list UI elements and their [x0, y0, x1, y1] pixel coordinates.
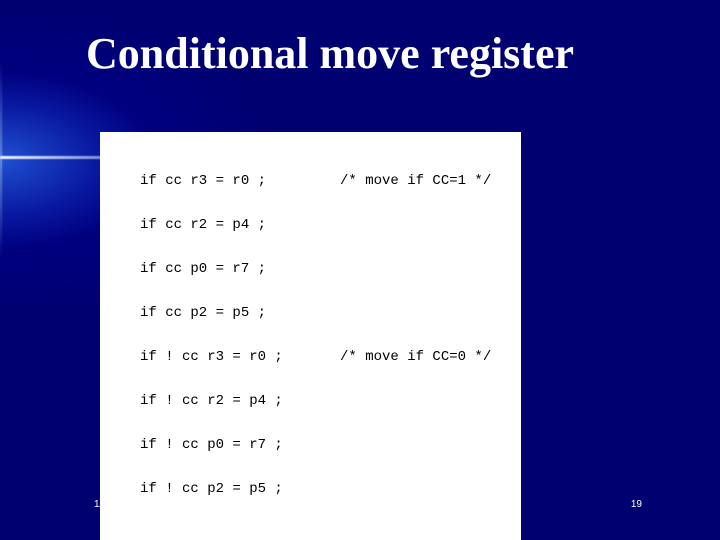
code-text: if cc r3 = r0 ; [140, 173, 266, 189]
code-text: if ! cc r3 = r0 ; [140, 349, 283, 365]
footer-page-number: 19 [631, 499, 642, 510]
code-block: if cc r3 = r0 ; /* move if CC=1 */ if cc … [100, 132, 521, 540]
footer-line1: Timer Control – Lab. 3, [309, 490, 411, 501]
code-line: if cc p2 = p5 ; [100, 302, 521, 324]
code-text: if cc p0 = r7 ; [140, 261, 266, 277]
code-text: if ! cc r2 = p4 ; [140, 393, 283, 409]
slide: Conditional move register if cc r3 = r0 … [0, 0, 720, 540]
code-text: if cc r2 = p4 ; [140, 217, 266, 233]
code-text: if cc p2 = p5 ; [140, 305, 266, 321]
code-line: if ! cc r2 = p4 ; [100, 390, 521, 412]
footer-line3: Canada [342, 514, 377, 525]
page-title: Conditional move register [86, 28, 574, 79]
code-comment: /* move if CC=0 */ [340, 346, 491, 368]
code-line: if ! cc r3 = r0 ; /* move if CC=0 */ [100, 346, 521, 368]
code-comment: /* move if CC=1 */ [340, 170, 491, 192]
code-line: if cc r2 = p4 ; [100, 214, 521, 236]
footer-date: 1/6/2022 [94, 499, 133, 510]
code-line: if ! cc p0 = r7 ; [100, 434, 521, 456]
code-line: if cc r3 = r0 ; /* move if CC=1 */ [100, 170, 521, 192]
flare-vertical [0, 60, 2, 260]
code-line: if cc p0 = r7 ; [100, 258, 521, 280]
footer-line2: Copyright M. Smith, ECE, University of C… [255, 502, 466, 513]
code-text: if ! cc p0 = r7 ; [140, 437, 283, 453]
footer-center: Timer Control – Lab. 3, Copyright M. Smi… [230, 490, 490, 526]
